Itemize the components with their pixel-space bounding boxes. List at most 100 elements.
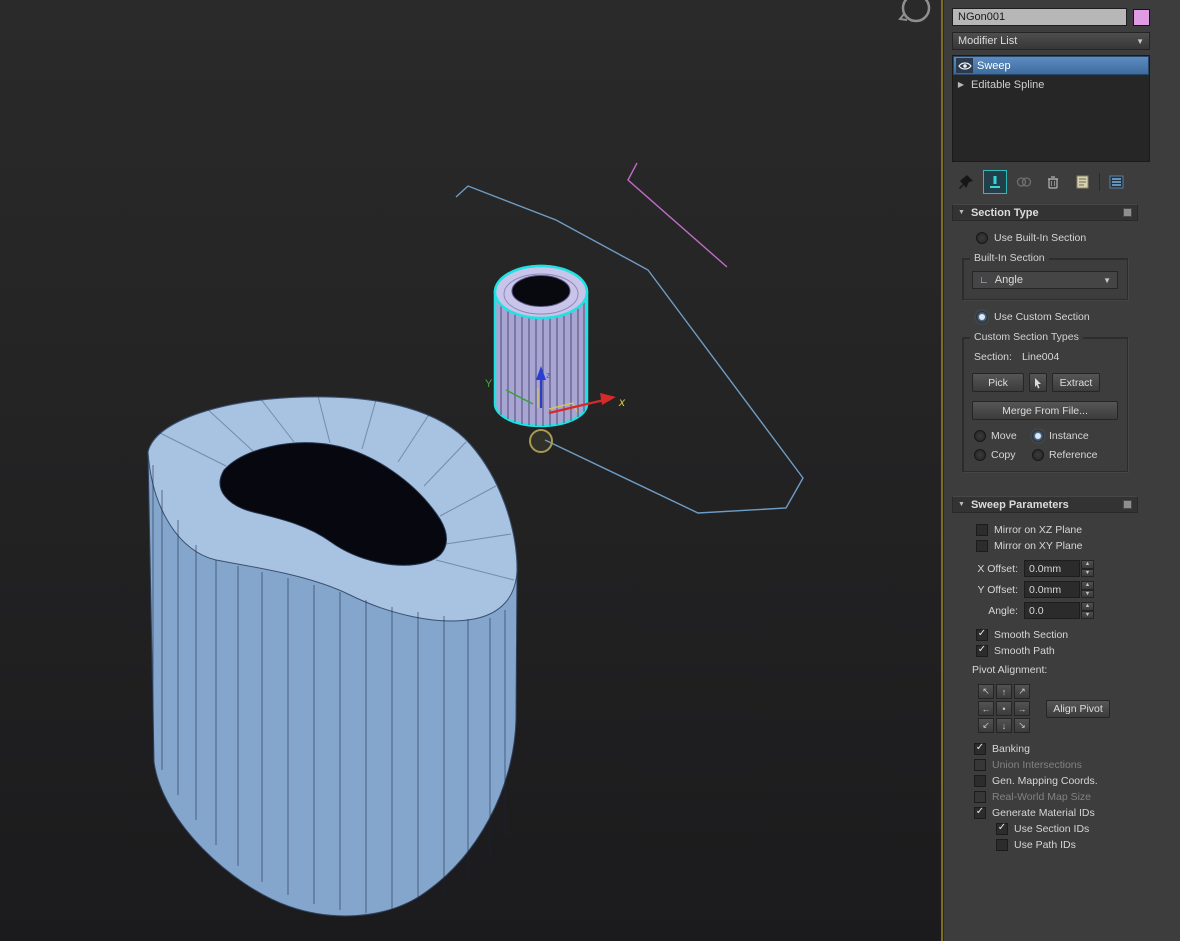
radio-button[interactable] [974, 430, 986, 442]
merge-from-file-button[interactable]: Merge From File... [972, 401, 1118, 420]
angle-profile-icon: ∟ [979, 275, 989, 286]
rollout-grip[interactable] [1123, 208, 1132, 217]
cylinder-hole [512, 276, 570, 307]
checkbox-label: Union Intersections [992, 759, 1082, 771]
checkbox-label: Smooth Path [994, 645, 1055, 657]
stack-item-sweep[interactable]: Sweep [953, 56, 1149, 75]
pick-button[interactable]: Pick [972, 373, 1024, 392]
builtin-section-dropdown[interactable]: ∟ Angle ▼ [972, 271, 1118, 289]
spinner-down-icon[interactable]: ▼ [1081, 611, 1094, 620]
show-end-result-button[interactable] [983, 170, 1007, 194]
check-icon: ✓ [998, 823, 1006, 833]
align-pivot-button[interactable]: Align Pivot [1046, 700, 1110, 718]
pick-by-name-button[interactable] [1029, 373, 1047, 392]
configure-modifier-sets-button[interactable] [1070, 170, 1094, 194]
checkbox-mirror-xz[interactable]: Mirror on XZ Plane [976, 523, 1138, 536]
stack-item-editable-spline[interactable]: ▶ Editable Spline [953, 75, 1149, 94]
checkbox-box[interactable]: ✓ [974, 807, 986, 819]
radio-button[interactable] [1032, 449, 1044, 461]
checkbox-box[interactable]: ✓ [976, 629, 988, 641]
viewport-canvas[interactable]: x Y z [0, 0, 941, 941]
command-panel: Modifier List ▼ Sweep ▶ Editable Spline [943, 0, 1180, 941]
rollout-grip[interactable] [1123, 500, 1132, 509]
checkbox-gen-mapping-coords[interactable]: Gen. Mapping Coords. [974, 774, 1138, 787]
checkbox-box[interactable]: ✓ [974, 743, 986, 755]
checkbox-box[interactable]: ✓ [976, 645, 988, 657]
swept-mesh-object[interactable] [148, 396, 517, 916]
radio-label: Copy [991, 449, 1016, 461]
checkbox-banking[interactable]: ✓ Banking [974, 742, 1138, 755]
modifier-sets-list-button[interactable] [1105, 170, 1129, 194]
checkbox-union-intersections: Union Intersections [974, 758, 1138, 771]
checkbox-smooth-section[interactable]: ✓ Smooth Section [976, 628, 1138, 641]
object-name-field[interactable] [952, 8, 1127, 26]
y-offset-field[interactable]: 0.0mm [1024, 581, 1080, 598]
section-label: Section: [974, 351, 1012, 363]
checkbox-box[interactable] [976, 540, 988, 552]
radio-use-custom-section[interactable]: Use Custom Section [976, 310, 1138, 324]
checkbox-label: Gen. Mapping Coords. [992, 775, 1098, 787]
radio-label: Use Built-In Section [994, 232, 1086, 244]
pivot-align-left-button[interactable]: ← [978, 701, 994, 716]
section-value: Line004 [1022, 351, 1059, 363]
checkbox-box[interactable] [974, 775, 986, 787]
modifier-list-dropdown[interactable]: Modifier List ▼ [952, 32, 1150, 50]
rollout-section-type: ▼ Section Type Use Built-In Section Buil… [952, 204, 1138, 490]
angle-label: Angle: [952, 605, 1018, 617]
group-builtin-section: Built-In Section ∟ Angle ▼ [962, 258, 1128, 300]
check-icon: ✓ [978, 645, 986, 655]
radio-copy[interactable]: Copy [974, 449, 1032, 461]
checkbox-generate-material-ids[interactable]: ✓ Generate Material IDs [974, 806, 1138, 819]
x-offset-field[interactable]: 0.0mm [1024, 560, 1080, 577]
pivot-align-center-button[interactable]: • [996, 701, 1012, 716]
radio-instance[interactable]: Instance [1032, 430, 1118, 442]
pivot-align-right-button[interactable]: → [1014, 701, 1030, 716]
checkbox-label: Smooth Section [994, 629, 1068, 641]
pivot-align-bottom-left-button[interactable]: ↙ [978, 718, 994, 733]
checkbox-use-section-ids[interactable]: ✓ Use Section IDs [996, 822, 1138, 835]
y-offset-spinner[interactable]: ▲ ▼ [1081, 581, 1094, 598]
spinner-up-icon[interactable]: ▲ [1081, 602, 1094, 611]
checkbox-box[interactable] [976, 524, 988, 536]
checkbox-smooth-path[interactable]: ✓ Smooth Path [976, 644, 1138, 657]
radio-reference[interactable]: Reference [1032, 449, 1118, 461]
pivot-align-top-right-button[interactable]: ↗ [1014, 684, 1030, 699]
extract-button[interactable]: Extract [1052, 373, 1100, 392]
object-color-swatch[interactable] [1133, 9, 1150, 26]
make-unique-button[interactable] [1012, 170, 1036, 194]
checkbox-box[interactable] [996, 839, 1008, 851]
stack-item-label: Sweep [977, 60, 1011, 72]
rollout-header-section-type[interactable]: ▼ Section Type [952, 204, 1138, 221]
checkbox-label: Use Path IDs [1014, 839, 1076, 851]
checkbox-use-path-ids[interactable]: Use Path IDs [996, 838, 1138, 851]
angle-spinner[interactable]: ▲ ▼ [1081, 602, 1094, 619]
viewport-3d[interactable]: x Y z [0, 0, 943, 941]
spinner-down-icon[interactable]: ▼ [1081, 569, 1094, 578]
spinner-up-icon[interactable]: ▲ [1081, 560, 1094, 569]
checkbox-box[interactable]: ✓ [996, 823, 1008, 835]
radio-use-builtin-section[interactable]: Use Built-In Section [976, 231, 1138, 245]
path-start-vertex[interactable] [530, 430, 552, 452]
radio-button[interactable] [976, 311, 988, 323]
spinner-down-icon[interactable]: ▼ [1081, 590, 1094, 599]
radio-button[interactable] [1032, 430, 1044, 442]
expand-arrow-icon[interactable]: ▶ [955, 80, 967, 89]
x-offset-spinner[interactable]: ▲ ▼ [1081, 560, 1094, 577]
pivot-align-bottom-button[interactable]: ↓ [996, 718, 1012, 733]
pin-stack-button[interactable] [954, 170, 978, 194]
modifier-stack[interactable]: Sweep ▶ Editable Spline [952, 55, 1150, 162]
y-offset-label: Y Offset: [952, 584, 1018, 596]
pivot-align-bottom-right-button[interactable]: ↘ [1014, 718, 1030, 733]
rollout-header-sweep-parameters[interactable]: ▼ Sweep Parameters [952, 496, 1138, 513]
radio-button[interactable] [976, 232, 988, 244]
remove-modifier-button[interactable] [1041, 170, 1065, 194]
radio-button[interactable] [974, 449, 986, 461]
angle-field[interactable]: 0.0 [1024, 602, 1080, 619]
spinner-up-icon[interactable]: ▲ [1081, 581, 1094, 590]
visibility-eye-icon[interactable] [956, 58, 973, 73]
builtin-section-value: Angle [995, 274, 1023, 286]
radio-move[interactable]: Move [974, 430, 1032, 442]
pivot-align-top-left-button[interactable]: ↖ [978, 684, 994, 699]
pivot-align-top-button[interactable]: ↑ [996, 684, 1012, 699]
checkbox-mirror-xy[interactable]: Mirror on XY Plane [976, 539, 1138, 552]
